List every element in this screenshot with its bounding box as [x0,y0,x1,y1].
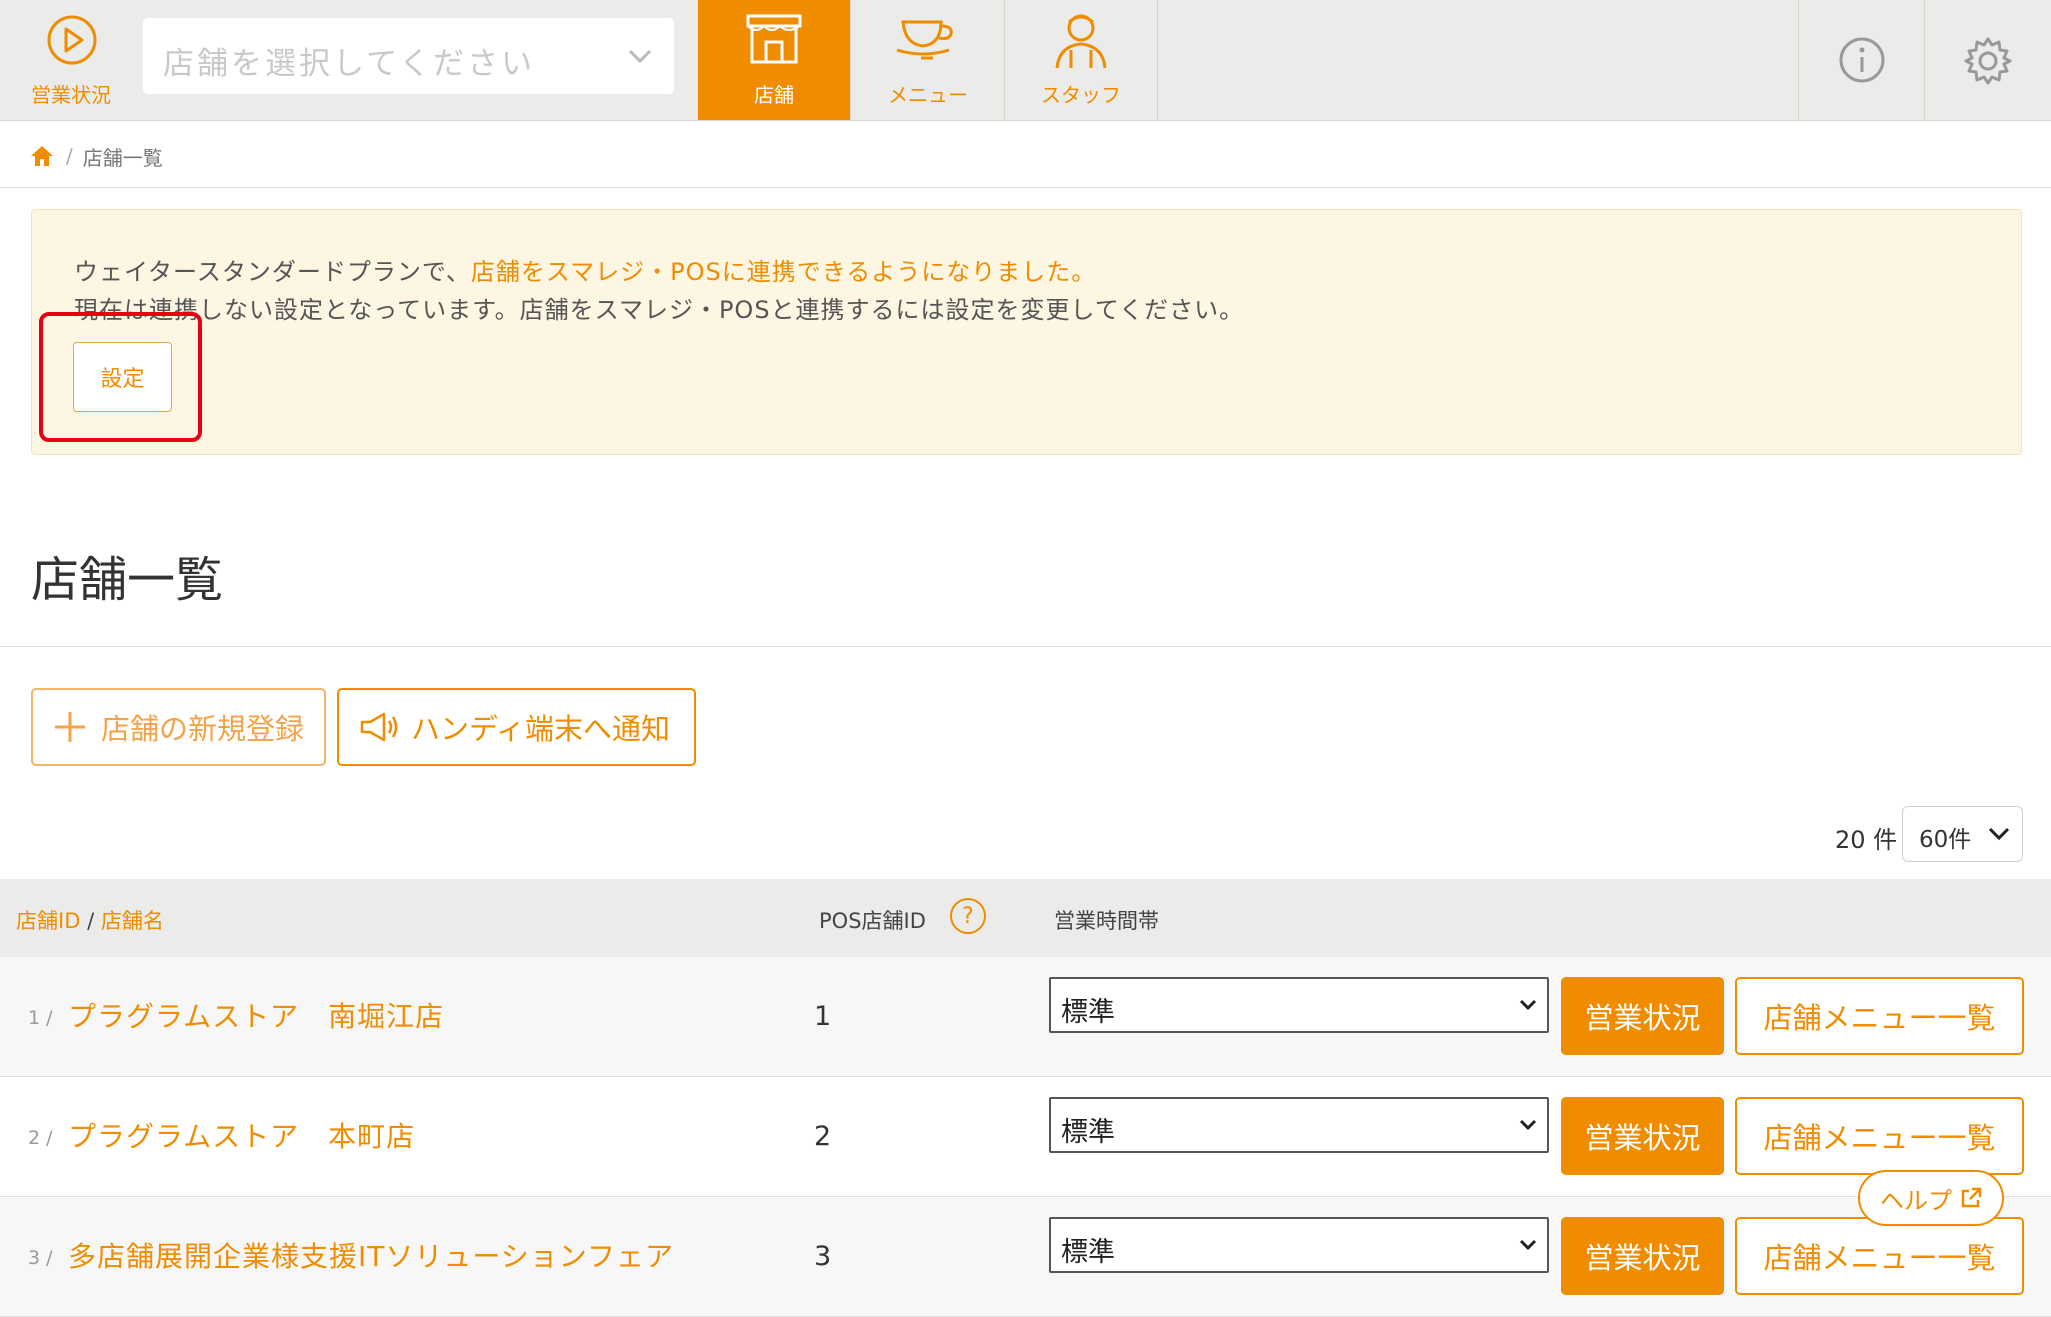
store-select[interactable]: 店舗を選択してください [143,18,674,94]
header-store-id-name: 店舗ID / 店舗名 [16,909,164,933]
chevron-down-icon [628,49,652,64]
tab-menu[interactable]: メニュー [852,0,1005,120]
business-hours-select[interactable]: 標準 [1049,1217,1549,1273]
breadcrumb-current: 店舗一覧 [82,145,163,170]
divider [0,646,2051,647]
nav-business-status[interactable]: 営業状況 [0,0,142,120]
chevron-down-icon [1519,1239,1537,1251]
new-store-label: 店舗の新規登録 [101,712,305,746]
breadcrumb-separator: / [66,144,73,168]
business-hours-value: 標準 [1061,1117,1115,1148]
pos-store-id: 2 [814,1121,832,1152]
row-index: 3 / [28,1247,53,1269]
store-menu-list-button[interactable]: 店舗メニュー一覧 [1735,1217,2024,1295]
tab-stores-label: 店舗 [754,83,794,107]
home-icon[interactable] [30,145,54,167]
table-row: 1 / プラグラムストア 南堀江店 1 標準 営業状況 店舗メニュー一覧 [0,957,2051,1077]
new-store-button[interactable]: 店舗の新規登録 [31,688,326,766]
help-label: ヘルプ [1880,1186,1952,1215]
teacup-icon [896,20,953,60]
settings-button[interactable] [1924,0,2051,120]
store-select-placeholder: 店舗を選択してください [163,46,536,82]
table-header: 店舗ID / 店舗名 POS店舗ID 営業時間帯 [0,879,2051,957]
business-hours-select[interactable]: 標準 [1049,977,1549,1033]
store-name-link[interactable]: 多店舗展開企業様支援ITソリューションフェア [68,1235,674,1275]
chevron-down-icon [1519,999,1537,1011]
info-icon [1839,37,1885,83]
help-button[interactable]: ヘルプ [1858,1170,2004,1226]
table-row: 2 / プラグラムストア 本町店 2 標準 営業状況 店舗メニュー一覧 [0,1077,2051,1197]
store-name-link[interactable]: プラグラムストア 本町店 [68,1115,415,1155]
row-index: 2 / [28,1127,53,1149]
result-count: 20 件 [1835,826,1898,854]
business-hours-value: 標準 [1061,997,1115,1028]
header-pos-store-id: POS店舗ID [819,909,926,933]
gear-icon [1964,37,2012,85]
notify-handy-label: ハンディ端末へ通知 [411,712,670,746]
external-link-icon [1961,1187,1982,1208]
sort-store-id[interactable]: 店舗ID [16,909,80,933]
header-business-hours: 営業時間帯 [1054,909,1159,933]
business-status-button[interactable]: 営業状況 [1561,977,1724,1055]
per-page-value: 60件 [1919,827,1972,853]
divider [0,187,2051,188]
notice-line-2: 現在は連携しない設定となっています。店舗をスマレジ・POSと連携するには設定を変… [74,296,1245,324]
nav-status-label: 営業状況 [31,83,111,107]
tab-menu-label: メニュー [888,83,968,107]
notify-handy-button[interactable]: ハンディ端末へ通知 [337,688,696,766]
chevron-down-icon [1988,827,2010,841]
business-hours-select[interactable]: 標準 [1049,1097,1549,1153]
pos-store-id: 3 [814,1241,832,1272]
highlight-box [39,312,202,442]
storefront-icon [746,14,802,64]
notice-line-1: ウェイタースタンダードプランで、店舗をスマレジ・POSに連携できるようになりまし… [74,258,1097,286]
info-button[interactable] [1798,0,1925,120]
business-status-button[interactable]: 営業状況 [1561,1217,1724,1295]
row-index: 1 / [28,1007,53,1029]
business-status-button[interactable]: 営業状況 [1561,1097,1724,1175]
top-nav: 営業状況 店舗を選択してください 店舗 メニュー スタッフ [0,0,2051,121]
table-row: 3 / 多店舗展開企業様支援ITソリューションフェア 3 標準 営業状況 店舗メ… [0,1197,2051,1317]
page-title: 店舗一覧 [31,552,224,608]
store-menu-list-button[interactable]: 店舗メニュー一覧 [1735,1097,2024,1175]
staff-icon [1055,14,1107,69]
business-hours-value: 標準 [1061,1237,1115,1268]
megaphone-icon [360,712,398,742]
per-page-select[interactable]: 60件 [1902,806,2023,862]
tab-staff[interactable]: スタッフ [1005,0,1158,120]
store-name-link[interactable]: プラグラムストア 南堀江店 [68,995,444,1035]
tab-staff-label: スタッフ [1041,83,1121,107]
pos-integration-notice: ウェイタースタンダードプランで、店舗をスマレジ・POSに連携できるようになりまし… [31,209,2022,455]
pos-id-help-icon[interactable]: ? [950,898,986,934]
plus-icon [55,712,85,742]
play-circle-icon [47,15,97,65]
pos-store-id: 1 [814,1001,832,1032]
sort-store-name[interactable]: 店舗名 [101,909,164,933]
breadcrumb: / 店舗一覧 [30,138,163,174]
store-menu-list-button[interactable]: 店舗メニュー一覧 [1735,977,2024,1055]
tab-stores[interactable]: 店舗 [698,0,851,120]
chevron-down-icon [1519,1119,1537,1131]
